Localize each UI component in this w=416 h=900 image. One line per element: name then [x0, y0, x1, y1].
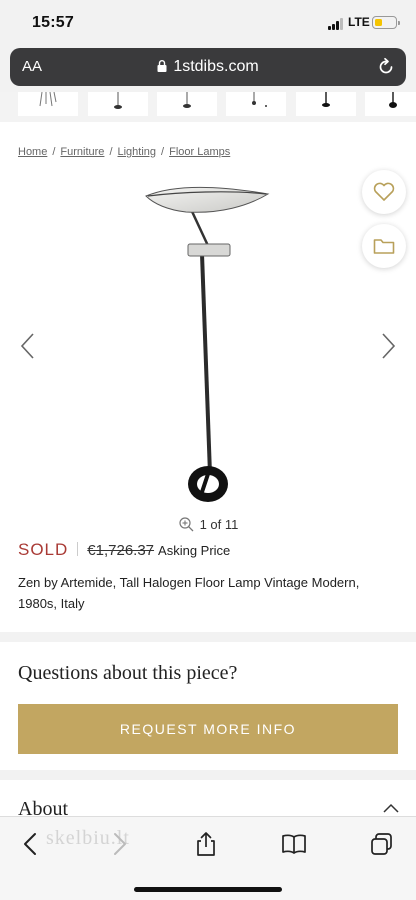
- image-counter-text: 1 of 11: [199, 517, 239, 532]
- thumbnail[interactable]: [365, 92, 416, 116]
- thumbnail[interactable]: [157, 92, 217, 116]
- save-to-folder-button[interactable]: [362, 224, 406, 268]
- section-divider: [0, 632, 416, 642]
- thumbnail[interactable]: [296, 92, 356, 116]
- original-price: €1,726.37: [87, 542, 155, 559]
- lock-icon: [157, 60, 167, 72]
- breadcrumb-home[interactable]: Home: [18, 146, 47, 158]
- thumbnail[interactable]: [18, 92, 78, 116]
- request-info-button[interactable]: REQUEST MORE INFO: [18, 704, 398, 754]
- signal-icon: [328, 18, 346, 30]
- thumbnail[interactable]: [88, 92, 148, 116]
- chevron-left-icon[interactable]: [18, 332, 38, 360]
- breadcrumb-furniture[interactable]: Furniture: [60, 146, 104, 158]
- price-row: SOLD €1,726.37 Asking Price: [18, 540, 230, 560]
- share-icon[interactable]: [193, 831, 219, 857]
- back-button[interactable]: [18, 831, 44, 857]
- breadcrumb: Home / Furniture / Lighting / Floor Lamps: [18, 146, 231, 158]
- browser-address-area: AA 1stdibs.com: [0, 46, 416, 92]
- status-bar: 15:57 LTE: [0, 0, 416, 46]
- tabs-icon[interactable]: [369, 831, 395, 857]
- price-label: Asking Price: [158, 543, 231, 558]
- address-bar[interactable]: AA 1stdibs.com: [10, 48, 406, 86]
- forward-button[interactable]: [106, 831, 132, 857]
- thumbnail[interactable]: [226, 92, 286, 116]
- network-type: LTE: [348, 15, 370, 29]
- breadcrumb-floor-lamps[interactable]: Floor Lamps: [169, 146, 230, 158]
- home-indicator: [134, 887, 282, 892]
- book-icon[interactable]: [281, 831, 307, 857]
- browser-toolbar: skelbiu.lt: [0, 816, 416, 900]
- url-text: 1stdibs.com: [173, 58, 259, 75]
- heart-icon: [373, 182, 395, 201]
- folder-icon: [373, 239, 395, 254]
- chevron-up-icon[interactable]: [382, 802, 400, 814]
- thumbnail-strip: [0, 92, 416, 122]
- image-counter: 1 of 11: [0, 516, 416, 532]
- product-title: Zen by Artemide, Tall Halogen Floor Lamp…: [18, 575, 360, 611]
- status-time: 15:57: [32, 14, 74, 31]
- url-display[interactable]: 1stdibs.com: [10, 58, 406, 76]
- product-image[interactable]: [130, 182, 290, 508]
- favorite-button[interactable]: [362, 170, 406, 214]
- section-divider: [0, 770, 416, 780]
- inquiry-heading: Questions about this piece?: [18, 662, 238, 684]
- breadcrumb-lighting[interactable]: Lighting: [118, 146, 157, 158]
- chevron-right-icon[interactable]: [378, 332, 398, 360]
- zoom-icon[interactable]: [178, 516, 194, 532]
- sold-badge: SOLD: [18, 540, 69, 559]
- battery-icon: [372, 16, 400, 29]
- price-divider: [77, 542, 79, 556]
- reload-icon[interactable]: [376, 57, 396, 77]
